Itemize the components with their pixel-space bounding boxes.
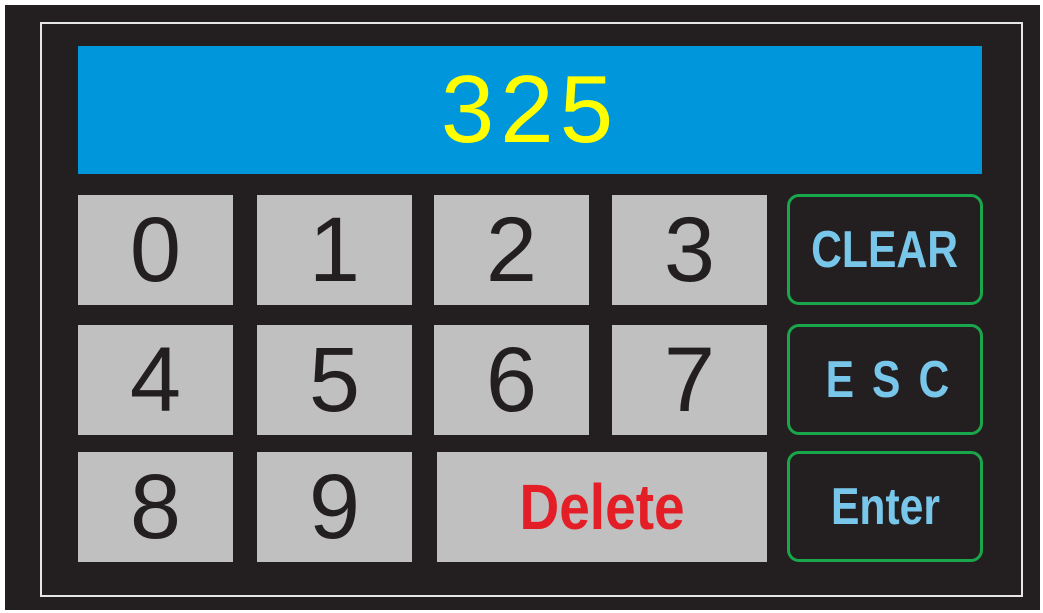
esc-label: ESC	[825, 350, 967, 409]
delete-label: Delete	[519, 471, 685, 543]
key-5[interactable]: 5	[257, 325, 412, 435]
display-screen: 325	[78, 46, 982, 174]
key-7[interactable]: 7	[612, 325, 767, 435]
display-value: 325	[440, 56, 620, 163]
esc-button[interactable]: ESC	[787, 324, 983, 435]
clear-label: CLEAR	[811, 220, 959, 279]
enter-label: Enter	[830, 477, 940, 536]
key-6[interactable]: 6	[434, 325, 589, 435]
key-4[interactable]: 4	[78, 325, 233, 435]
clear-button[interactable]: CLEAR	[787, 194, 983, 305]
key-8[interactable]: 8	[78, 452, 233, 562]
key-1[interactable]: 1	[257, 195, 412, 305]
delete-button[interactable]: Delete	[437, 452, 767, 562]
key-3[interactable]: 3	[612, 195, 767, 305]
key-9[interactable]: 9	[257, 452, 412, 562]
key-0[interactable]: 0	[78, 195, 233, 305]
enter-button[interactable]: Enter	[787, 451, 983, 562]
key-2[interactable]: 2	[434, 195, 589, 305]
